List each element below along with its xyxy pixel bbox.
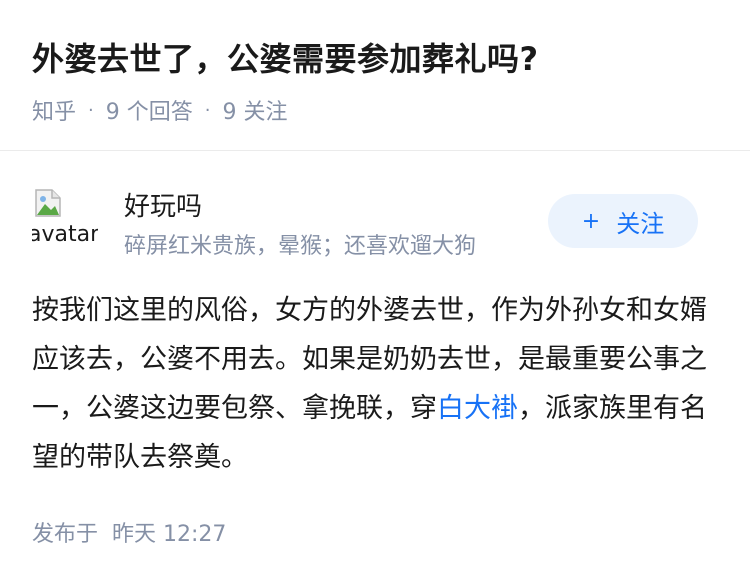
- follow-button[interactable]: + 关注: [548, 194, 698, 248]
- question-meta: 知乎 · 9 个回答 · 9 关注: [32, 94, 287, 126]
- plus-icon: +: [581, 208, 601, 234]
- published-label: 发布于: [32, 522, 99, 547]
- divider: [0, 150, 750, 151]
- published-time: 昨天 12:27: [112, 522, 227, 547]
- follower-count[interactable]: 9 关注: [222, 94, 287, 126]
- meta-separator: ·: [204, 99, 211, 121]
- source-label[interactable]: 知乎: [32, 94, 76, 126]
- avatar-alt-text: avatar: [32, 222, 98, 247]
- author-bio: 碎屏红米贵族，晕猴；还喜欢遛大狗: [124, 234, 477, 259]
- follow-label: 关注: [616, 209, 665, 238]
- meta-separator: ·: [88, 99, 94, 121]
- post-time: 发布于 昨天 12:27: [32, 516, 226, 548]
- author-name[interactable]: 好玩吗: [124, 186, 202, 223]
- answer-count[interactable]: 9 个回答: [106, 94, 193, 126]
- question-title[interactable]: 外婆去世了，公婆需要参加葬礼吗?: [32, 34, 539, 80]
- answer-content: 按我们这里的风俗，女方的外婆去世，作为外孙女和女婿应该去，公婆不用去。如果是奶奶…: [32, 286, 712, 482]
- broken-image-icon: [35, 189, 61, 217]
- answer-link[interactable]: 白大褂: [437, 393, 518, 424]
- avatar[interactable]: avatar: [32, 188, 98, 254]
